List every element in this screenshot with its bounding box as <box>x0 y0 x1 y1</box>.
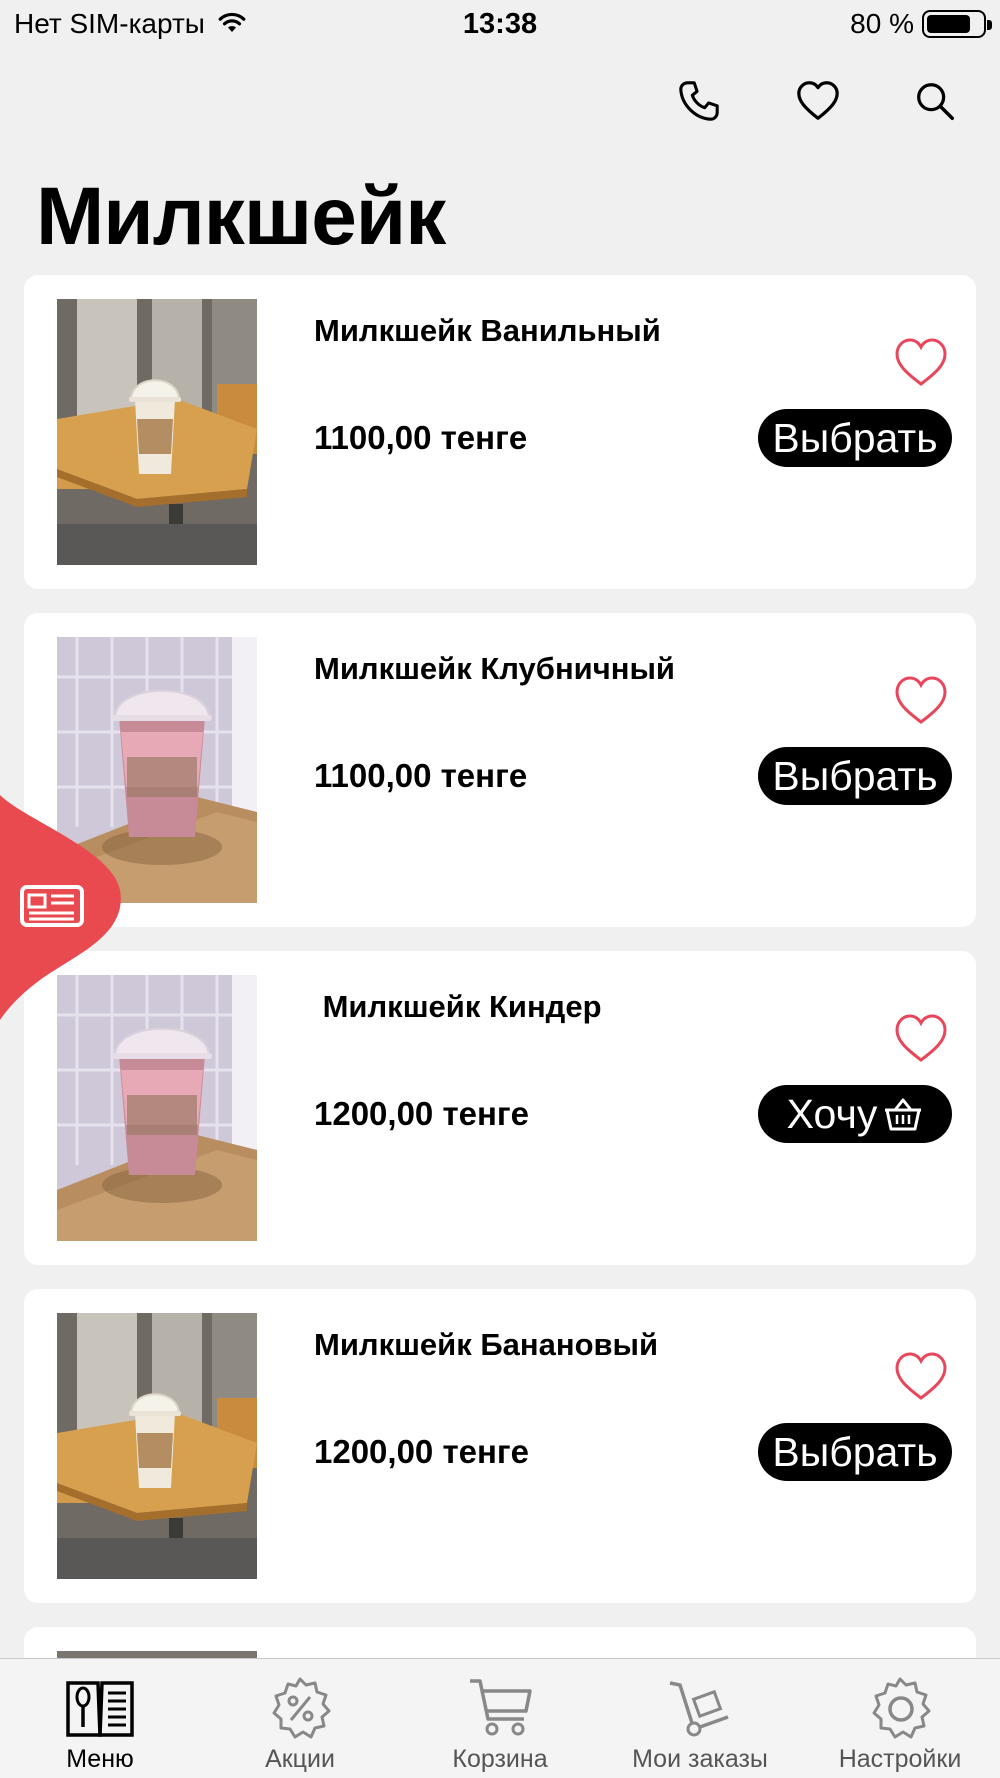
battery-tip <box>987 20 992 30</box>
product-photo[interactable] <box>57 1313 257 1579</box>
cart-icon <box>464 1675 536 1741</box>
select-button[interactable]: Выбрать <box>758 747 952 805</box>
select-button[interactable]: Выбрать <box>758 409 952 467</box>
menu-book-icon <box>64 1675 136 1741</box>
product-name: Милкшейк Киндер <box>314 989 602 1024</box>
select-button-label: Хочу <box>786 1090 878 1137</box>
news-side-tab[interactable] <box>0 795 125 1020</box>
product-name: Милкшейк Ванильный <box>314 313 661 348</box>
tab-label: Настройки <box>838 1745 962 1773</box>
product-card[interactable]: Милкшейк Киндер 1200,00 тенге Хочу <box>24 951 976 1265</box>
app-screen: Нет SIM-карты 13:38 80 % Милкшейк Милкше… <box>0 0 1000 1778</box>
search-icon[interactable] <box>912 78 958 124</box>
favorite-heart-icon[interactable] <box>893 1012 949 1064</box>
battery-percent: 80 % <box>850 8 914 39</box>
hand-truck-icon <box>664 1675 736 1741</box>
select-button-label: Выбрать <box>772 752 938 799</box>
basket-icon <box>885 1098 922 1131</box>
status-right: 80 % <box>850 8 992 40</box>
product-card[interactable]: Милкшейк Ванильный 1100,00 тенге Выбрать <box>24 275 976 589</box>
battery-icon <box>922 10 992 38</box>
product-card[interactable]: Милкшейк Клубничный 1100,00 тенге Выбрать <box>24 613 976 927</box>
tab-label: Акции <box>265 1745 335 1773</box>
product-price: 1100,00 тенге <box>314 419 528 456</box>
select-button-label: Выбрать <box>772 1428 938 1475</box>
page-title: Милкшейк <box>36 171 446 262</box>
heart-icon[interactable] <box>795 78 841 124</box>
status-bar: Нет SIM-карты 13:38 80 % <box>0 0 1000 50</box>
tab-discount-gear[interactable]: Акции <box>200 1659 400 1778</box>
favorite-heart-icon[interactable] <box>893 1350 949 1402</box>
favorite-heart-icon[interactable] <box>893 336 949 388</box>
tab-menu-book[interactable]: Меню <box>0 1659 200 1778</box>
product-price: 1200,00 тенге <box>314 1095 529 1132</box>
tab-cart[interactable]: Корзина <box>400 1659 600 1778</box>
select-button[interactable]: Хочу <box>758 1085 952 1143</box>
discount-gear-icon <box>264 1675 336 1741</box>
product-name: Милкшейк Банановый <box>314 1327 659 1362</box>
product-price: 1100,00 тенге <box>314 757 528 794</box>
product-name: Милкшейк Клубничный <box>314 651 675 686</box>
tab-label: Меню <box>66 1745 134 1773</box>
select-button-label: Выбрать <box>772 414 938 461</box>
product-card[interactable]: Милкшейк Банановый 1200,00 тенге Выбрать <box>24 1289 976 1603</box>
tab-settings[interactable]: Настройки <box>800 1659 1000 1778</box>
select-button[interactable]: Выбрать <box>758 1423 952 1481</box>
favorite-heart-icon[interactable] <box>893 674 949 726</box>
settings-icon <box>864 1675 936 1741</box>
tab-label: Мои заказы <box>632 1745 768 1773</box>
tab-label: Корзина <box>452 1745 548 1773</box>
tab-hand-truck[interactable]: Мои заказы <box>600 1659 800 1778</box>
phone-icon[interactable] <box>676 78 722 124</box>
product-price: 1200,00 тенге <box>314 1433 529 1470</box>
bottom-tab-bar: Меню Акции Корзина Мои заказы Настройки <box>0 1658 1000 1778</box>
battery-fill <box>927 15 971 33</box>
product-photo[interactable] <box>57 299 257 565</box>
